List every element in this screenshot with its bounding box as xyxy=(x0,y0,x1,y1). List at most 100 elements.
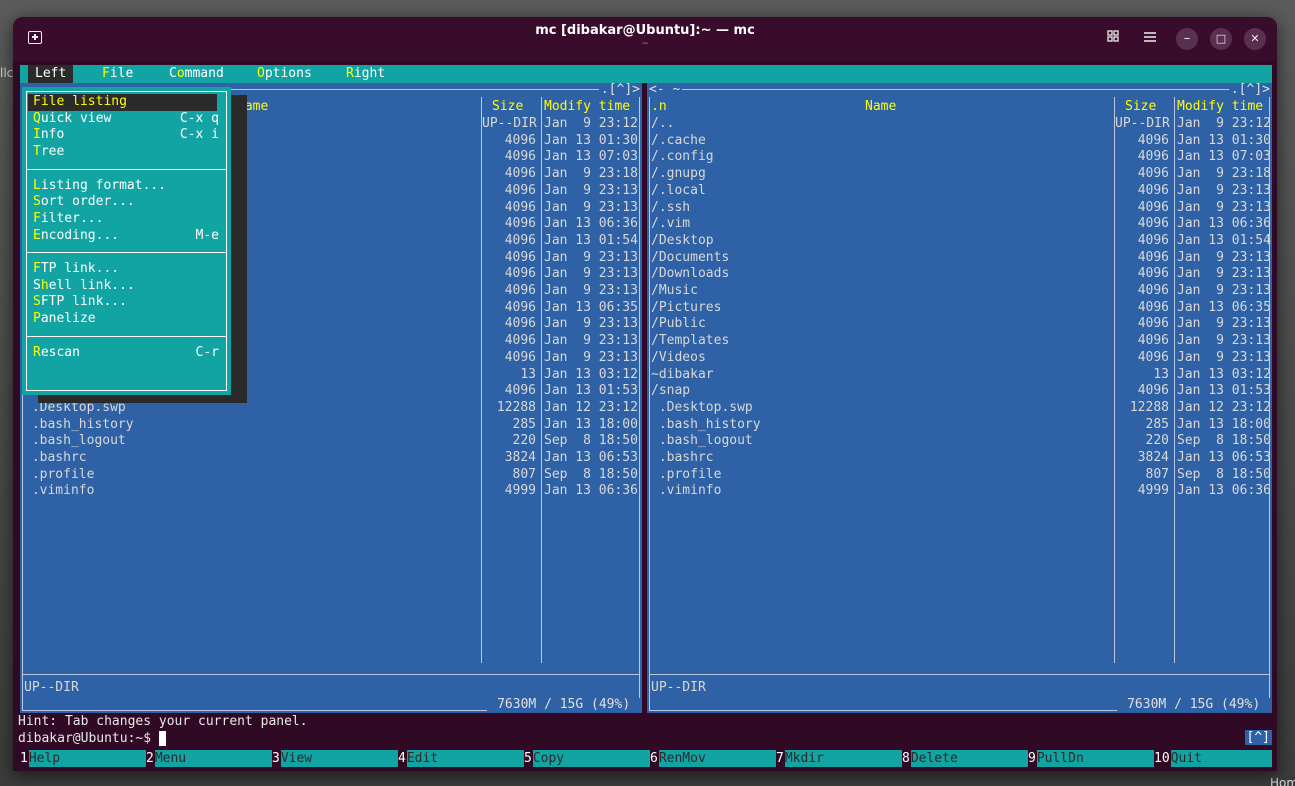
fkey-delete-button[interactable]: 8Delete xyxy=(902,750,1028,767)
file-row[interactable]: .bash_history 285 Jan 13 18:00 xyxy=(20,417,642,434)
right-panel-path-tag[interactable]: <- ~ xyxy=(647,83,683,97)
shell-prompt-line[interactable]: dibakar@Ubuntu:~$ xyxy=(18,730,1272,747)
left-panel-top-tag[interactable]: .[^]> xyxy=(598,83,642,97)
file-row[interactable]: /snap 4096 Jan 13 01:53 xyxy=(647,383,1272,400)
file-size: 4096 xyxy=(504,132,536,148)
file-row[interactable]: .Desktop.swp 12288 Jan 12 23:12 xyxy=(647,400,1272,417)
file-row[interactable]: /Pictures 4096 Jan 13 06:35 xyxy=(647,300,1272,317)
fkey-renmov-button[interactable]: 6RenMov xyxy=(650,750,776,767)
file-row[interactable]: /Templates 4096 Jan 9 23:13 xyxy=(647,333,1272,350)
file-row[interactable]: /Public 4096 Jan 9 23:13 xyxy=(647,316,1272,333)
sort-indicator[interactable]: .n xyxy=(651,99,667,116)
file-mtime: Jan 9 23:13 xyxy=(1177,283,1271,298)
menu-item[interactable]: FTP link... xyxy=(28,261,217,278)
column-time-header[interactable]: Modify time xyxy=(544,99,630,116)
minimize-button[interactable]: – xyxy=(1176,28,1198,50)
file-row[interactable]: .profile 807 Sep 8 18:50 xyxy=(647,467,1272,484)
grid-icon[interactable] xyxy=(1102,28,1124,50)
menu-item-hotkey-letter: F xyxy=(33,261,41,276)
file-size: 4096 xyxy=(504,149,536,165)
file-mtime: Jan 9 23:13 xyxy=(1177,199,1271,215)
fkey-help-button[interactable]: 1Help xyxy=(20,750,146,767)
menu-item[interactable]: Quick view C-x q xyxy=(28,111,219,128)
file-mtime: Jan 13 03:12 xyxy=(544,366,638,382)
file-row[interactable]: /.cache 4096 Jan 13 01:30 xyxy=(647,133,1272,150)
fkey-number: 1 xyxy=(20,751,29,766)
maximize-button[interactable]: □ xyxy=(1210,28,1232,50)
file-mtime: Jan 9 23:13 xyxy=(1177,266,1271,282)
menu-item[interactable]: Rescan C-r xyxy=(28,344,219,362)
file-row[interactable]: /Documents 4096 Jan 9 23:13 xyxy=(647,250,1272,267)
menu-file[interactable]: File xyxy=(95,65,140,83)
menu-item[interactable]: Encoding... M-e xyxy=(28,227,219,245)
file-name: /Pictures xyxy=(651,299,722,315)
menu-item[interactable]: Listing format... xyxy=(28,178,217,195)
close-button[interactable]: ✕ xyxy=(1244,28,1266,50)
menu-item[interactable]: SFTP link... xyxy=(28,294,217,311)
file-name: /Downloads xyxy=(651,266,730,282)
menu-left[interactable]: Left xyxy=(28,65,74,83)
menu-item[interactable]: Tree xyxy=(28,144,217,161)
file-row[interactable]: /Music 4096 Jan 9 23:13 xyxy=(647,283,1272,300)
file-row[interactable]: .bashrc 3824 Jan 13 06:53 xyxy=(20,450,642,467)
menu-item-hotkey-letter: E xyxy=(33,227,41,243)
file-name: /Desktop xyxy=(651,232,714,248)
column-name-header[interactable]: Name xyxy=(865,99,896,116)
file-row[interactable]: /.gnupg 4096 Jan 9 23:18 xyxy=(647,166,1272,183)
file-row[interactable]: /Desktop 4096 Jan 13 01:54 xyxy=(647,233,1272,250)
menu-item-label: escan xyxy=(40,344,80,360)
column-size-header[interactable]: Size xyxy=(1125,99,1156,116)
fkey-menu-button[interactable]: 2Menu xyxy=(146,750,272,767)
file-row[interactable]: .viminfo 4999 Jan 13 06:36 xyxy=(20,483,642,500)
file-size: 4096 xyxy=(1137,299,1169,315)
menu-command[interactable]: Command xyxy=(162,65,231,83)
file-row[interactable]: /.local 4096 Jan 9 23:13 xyxy=(647,183,1272,200)
column-size-header[interactable]: Size xyxy=(492,99,523,116)
file-name: /.vim xyxy=(651,216,691,232)
fkey-view-button[interactable]: 3View xyxy=(272,750,398,767)
file-size: 4999 xyxy=(504,483,536,499)
right-panel-top-tag[interactable]: .[^]> xyxy=(1228,83,1272,97)
file-mtime: Jan 13 07:03 xyxy=(1177,149,1271,165)
file-row[interactable]: .bash_history 285 Jan 13 18:00 xyxy=(647,417,1272,434)
file-row[interactable]: .bash_logout 220 Sep 8 18:50 xyxy=(20,433,642,450)
menu-item[interactable]: File listing xyxy=(28,94,217,111)
file-size: 4096 xyxy=(1137,383,1169,399)
fkey-label: Quit xyxy=(1170,750,1272,767)
fkey-copy-button[interactable]: 5Copy xyxy=(524,750,650,767)
fkey-mkdir-button[interactable]: 7Mkdir xyxy=(776,750,902,767)
menu-item[interactable]: Info C-x i xyxy=(28,127,219,144)
menu-right[interactable]: Right xyxy=(339,65,392,83)
file-row[interactable]: ~dibakar 13 Jan 13 03:12 xyxy=(647,367,1272,384)
hamburger-icon[interactable] xyxy=(1139,28,1161,50)
file-row[interactable]: /.config 4096 Jan 13 07:03 xyxy=(647,149,1272,166)
file-row[interactable]: /.. UP--DIR Jan 9 23:12 xyxy=(647,116,1272,133)
file-row[interactable]: .bash_logout 220 Sep 8 18:50 xyxy=(647,433,1272,450)
menu-item-hotkey-letter: S xyxy=(33,294,41,310)
file-row[interactable]: .profile 807 Sep 8 18:50 xyxy=(20,467,642,484)
menu-item[interactable]: Panelize xyxy=(28,311,217,328)
file-row[interactable]: /Videos 4096 Jan 9 23:13 xyxy=(647,350,1272,367)
right-panel[interactable]: <- ~ .[^]> .n Name Size Modify time /.. U… xyxy=(647,83,1272,713)
column-time-header[interactable]: Modify time xyxy=(1177,99,1263,116)
menu-item-hotkey-letter: T xyxy=(33,144,41,160)
fkey-number: 8 xyxy=(902,751,911,766)
menu-options[interactable]: Options xyxy=(250,65,319,83)
file-row[interactable]: /.ssh 4096 Jan 9 23:13 xyxy=(647,200,1272,217)
menu-item[interactable]: Filter... xyxy=(28,211,217,228)
menu-item[interactable]: Shell link... xyxy=(28,278,217,295)
file-row[interactable]: .Desktop.swp 12288 Jan 12 23:12 xyxy=(20,400,642,417)
terminal-area[interactable]: Left File Command Options Right .[^]> Na… xyxy=(18,65,1272,771)
file-row[interactable]: .bashrc 3824 Jan 13 06:53 xyxy=(647,450,1272,467)
column-name-header[interactable]: Name xyxy=(237,99,268,116)
fkey-pulldn-button[interactable]: 9PullDn xyxy=(1028,750,1154,767)
fkey-quit-button[interactable]: 10Quit xyxy=(1154,750,1272,767)
prompt-history-tag[interactable]: [^] xyxy=(1244,730,1272,745)
menu-item[interactable]: Sort order... xyxy=(28,194,217,211)
fkey-edit-button[interactable]: 4Edit xyxy=(398,750,524,767)
file-name: .bash_logout xyxy=(24,433,126,449)
file-row[interactable]: .viminfo 4999 Jan 13 06:36 xyxy=(647,483,1272,500)
file-row[interactable]: /Downloads 4096 Jan 9 23:13 xyxy=(647,266,1272,283)
file-row[interactable]: /.vim 4096 Jan 13 06:36 xyxy=(647,216,1272,233)
file-size: 4999 xyxy=(1137,483,1169,499)
